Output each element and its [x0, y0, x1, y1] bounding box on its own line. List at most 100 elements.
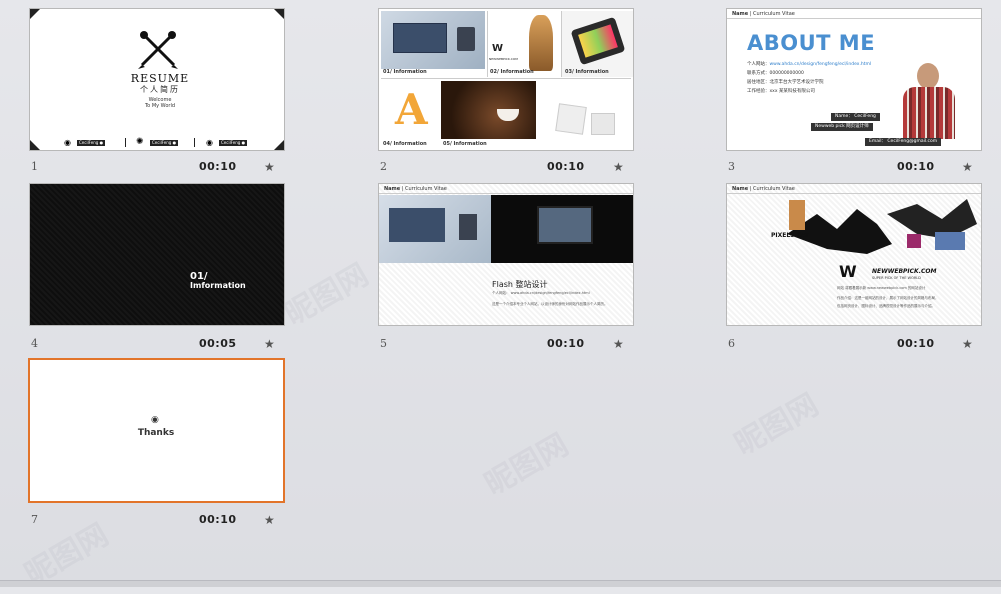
slide5-desc: 这是一个介绍本专业个人网站，以设计师的身份对网站作品展示个人简历。 [492, 302, 608, 306]
slide-timing: 00:10 [897, 160, 935, 173]
header-name: Name [384, 186, 401, 192]
info-row: 联系方式：000000000000 [747, 70, 804, 76]
corner-mark [30, 9, 40, 19]
slide-thumbnail-6[interactable]: Name | Curriculum Vitae PIXELS CAT W NEW… [726, 183, 982, 326]
slide-number: 7 [31, 513, 38, 526]
slide-header: Name | Curriculum Vitae [384, 186, 447, 192]
slide-thumbnail-1[interactable]: RESUME 个人简历 Welcome To My World ◉ CecilF… [29, 8, 285, 151]
info-row: 个人网站：www.ahda.cn/design/fengfeng/ecl/ind… [747, 61, 871, 67]
animation-star-icon[interactable]: ★ [264, 337, 275, 351]
watermark: 昵图网 [479, 427, 575, 503]
header-cv: | Curriculum Vitae [749, 186, 795, 192]
watermark: 昵图网 [279, 257, 375, 333]
info-value: 北京丰台大学艺术设计学院 [769, 80, 824, 85]
slide-number: 5 [380, 337, 387, 350]
name-tag: CecilFeng ● [150, 140, 179, 146]
brand-text: NEWWEBPICK.COM [489, 57, 518, 61]
animation-star-icon[interactable]: ★ [264, 513, 275, 527]
slide6-line: 包括网页设计、图标设计、品牌视觉设计等作品的展示与介绍。 [837, 304, 935, 308]
slide-header: Name | Curriculum Vitae [732, 186, 795, 192]
letter-a-image: A [395, 85, 428, 134]
slide1-world: To My World [144, 103, 176, 109]
monitor-screen [537, 206, 593, 244]
collage-image [787, 199, 977, 254]
person-head [917, 63, 939, 89]
slide1-subtitle: 个人简历 [140, 85, 180, 94]
info-label: 个人网站： [747, 62, 770, 67]
cup-image [457, 27, 475, 51]
header-cv: | Curriculum Vitae [749, 11, 795, 17]
slide-header: Name | Curriculum Vitae [732, 11, 795, 17]
section-label: Imformation [190, 281, 246, 290]
coffee-image [441, 81, 536, 139]
about-me-title: ABOUT ME [747, 31, 876, 55]
name-tag: CecilFeng ● [77, 140, 106, 146]
eye-icon: ◉ [206, 138, 213, 147]
info-value: 000000000000 [769, 71, 804, 76]
slide-number: 4 [31, 337, 38, 350]
thanks-text: Thanks [137, 428, 175, 438]
corner-mark [274, 140, 284, 150]
box-image [555, 103, 587, 135]
brand-logo: NEWWEBPICK.COM [872, 268, 937, 275]
caption: 02/ Information [490, 69, 534, 75]
slide-number: 1 [31, 160, 38, 173]
info-label: 工作经验： [747, 89, 770, 94]
crossed-pens-icon [138, 31, 178, 69]
header-cv: | Curriculum Vitae [401, 186, 447, 192]
eye-icon: ◉ [151, 415, 159, 425]
slide-thumbnail-7[interactable]: ◉ Thanks [28, 358, 285, 503]
slide-timing: 00:10 [199, 513, 237, 526]
slide-thumbnail-3[interactable]: Name | Curriculum Vitae ABOUT ME 个人网站：ww… [726, 8, 982, 151]
divider [194, 138, 195, 147]
name-tag: CecilFeng ● [219, 140, 248, 146]
header-name: Name [732, 11, 749, 17]
slide6-line: 网站 将跟着展示新 www.newwebpick.com 的网站设计 [837, 286, 926, 290]
caption: 01/ Information [383, 69, 427, 75]
w-logo: W [492, 43, 504, 54]
corner-mark [274, 9, 284, 19]
section-title: 01/ Imformation [190, 271, 246, 291]
animation-star-icon[interactable]: ★ [613, 160, 624, 174]
header-line [727, 18, 981, 19]
sun-icon: ✺ [136, 137, 144, 147]
section-number: 01/ [190, 271, 208, 282]
slide-number: 6 [728, 337, 735, 350]
slide-timing: 00:10 [547, 337, 585, 350]
info-label: 居住地区： [747, 80, 770, 85]
slide-number: 3 [728, 160, 735, 173]
slide-thumbnail-2[interactable]: 01/ Information W NEWWEBPICK.COM 02/ Inf… [378, 8, 634, 151]
slide-thumbnail-5[interactable]: Name | Curriculum Vitae Flash 整站设计 个人网站：… [378, 183, 634, 326]
caption: 03/ Information [565, 69, 609, 75]
info-value: xxx 某某科技有限公司 [769, 89, 815, 94]
email-label: Email： CecilFeng@gmail.com [865, 138, 942, 146]
website-screen [389, 208, 445, 242]
animation-star-icon[interactable]: ★ [613, 337, 624, 351]
cup-image [459, 214, 477, 240]
person-body [903, 87, 955, 139]
pixels-cat-logo: PIXELS CAT [771, 232, 810, 239]
name-label: Name： CecilFeng [831, 113, 880, 121]
caption: 04/ Information [383, 141, 427, 147]
animation-star-icon[interactable]: ★ [264, 160, 275, 174]
slide-timing: 00:10 [199, 160, 237, 173]
slide-number: 2 [380, 160, 387, 173]
watermark: 昵图网 [729, 387, 825, 463]
header-line [379, 193, 633, 194]
animation-star-icon[interactable]: ★ [962, 337, 973, 351]
divider [381, 78, 631, 79]
info-value: www.ahda.cn/design/fengfeng/ecl/index.ht… [769, 62, 872, 67]
header-name: Name [732, 186, 749, 192]
box-image [591, 113, 615, 135]
caption: 05/ Information [443, 141, 487, 147]
slide-thumbnail-4[interactable]: 01/ Imformation [29, 183, 285, 326]
eye-icon: ◉ [64, 138, 71, 147]
slide6-line: 作品介绍：这是一组网站的设计，展示了网站设计的风格与布局， [837, 296, 939, 300]
brand-tagline: SUPER PICK OF THE WORLD [872, 276, 921, 280]
divider [125, 138, 126, 147]
animation-star-icon[interactable]: ★ [962, 160, 973, 174]
slide-timing: 00:05 [199, 337, 237, 350]
website-screen [393, 23, 447, 53]
slide-timing: 00:10 [897, 337, 935, 350]
w-logo: W [839, 262, 857, 281]
